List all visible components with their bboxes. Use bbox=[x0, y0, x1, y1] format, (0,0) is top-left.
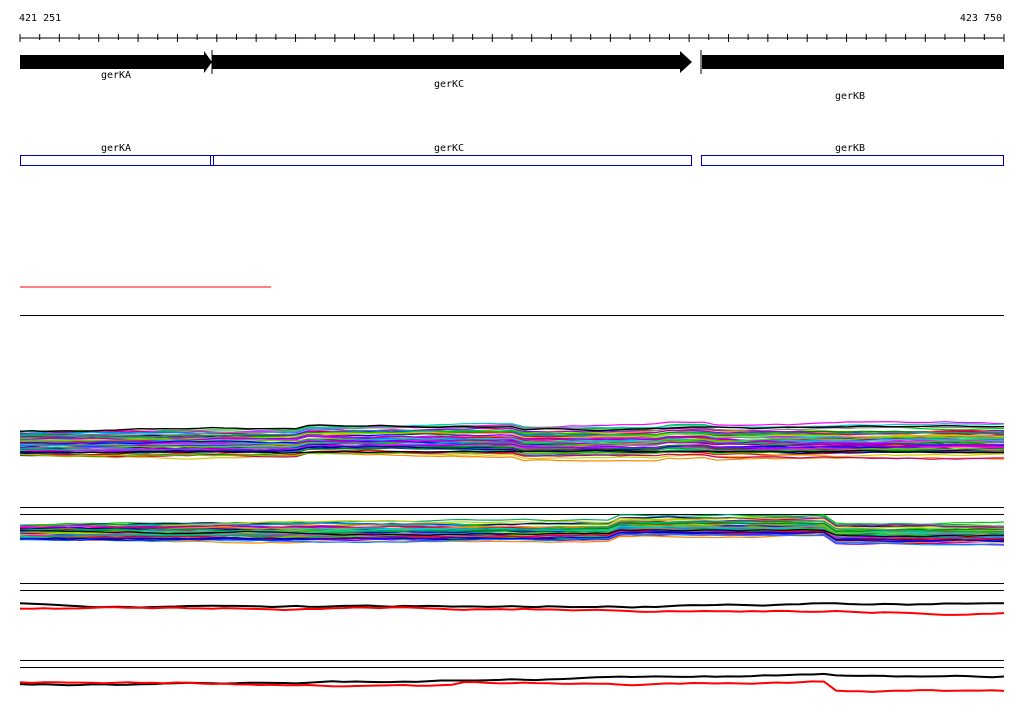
genome-browser-canvas bbox=[19, 34, 1005, 693]
expression-profiles-track-2 bbox=[19, 513, 1005, 546]
cds-track bbox=[20, 155, 1004, 166]
gene-track bbox=[20, 50, 1004, 74]
cds-label-gerKC: gerKC bbox=[433, 143, 465, 154]
gene-label-gerKC: gerKC bbox=[433, 79, 465, 90]
expression-profiles-track-3 bbox=[19, 602, 1005, 616]
expression-profiles-track-4 bbox=[19, 672, 1005, 693]
gene-label-gerKA: gerKA bbox=[100, 70, 132, 81]
expression-profile-line bbox=[19, 680, 1005, 693]
expression-profiles-track-1 bbox=[19, 421, 1005, 462]
gene-arrow-gerKC[interactable] bbox=[212, 51, 692, 73]
cds-label-gerKB: gerKB bbox=[834, 143, 866, 154]
track-separators bbox=[20, 315, 1004, 668]
gene-arrow-gerKB[interactable] bbox=[702, 55, 1004, 69]
position-ruler bbox=[19, 34, 1005, 42]
cds-box-gerKA[interactable] bbox=[20, 155, 211, 166]
cds-box-gerKB[interactable] bbox=[701, 155, 1004, 166]
cds-label-gerKA: gerKA bbox=[100, 143, 132, 154]
gene-label-gerKB: gerKB bbox=[834, 91, 866, 102]
expression-profile-line bbox=[19, 606, 1005, 616]
cds-box-gerKC[interactable] bbox=[213, 155, 692, 166]
